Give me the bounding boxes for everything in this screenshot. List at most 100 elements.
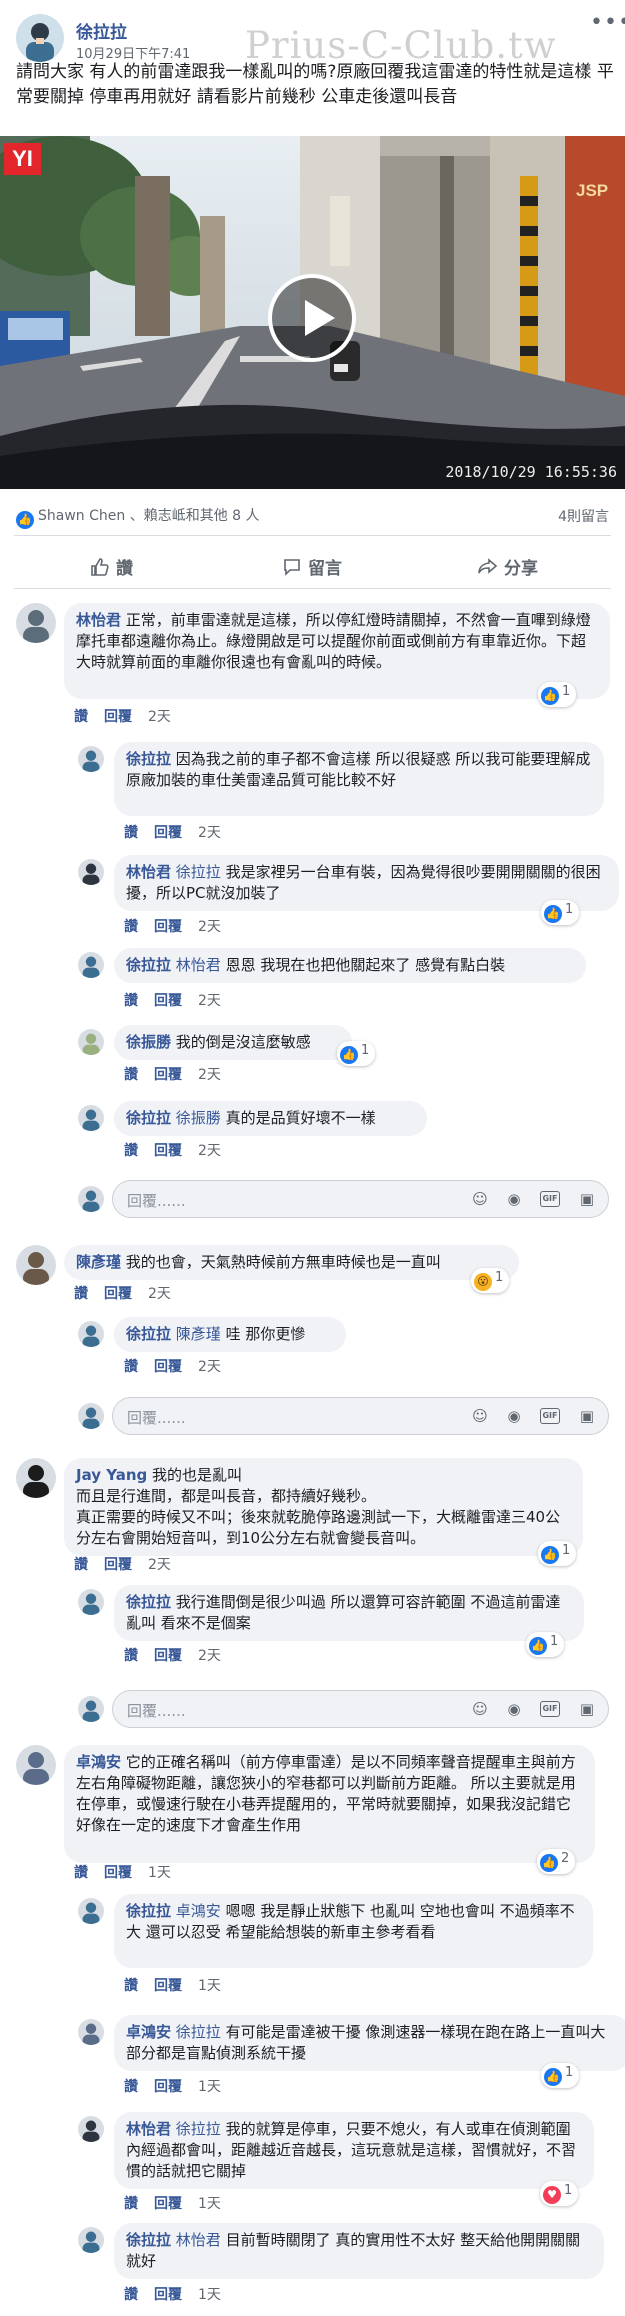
- commenter-avatar[interactable]: [78, 1029, 104, 1055]
- comment-like-link[interactable]: 讚: [74, 1557, 88, 1573]
- comment-time[interactable]: 2天: [148, 1286, 171, 1302]
- camera-icon[interactable]: ◉: [505, 1407, 523, 1425]
- comment-like-link[interactable]: 讚: [74, 709, 88, 725]
- gif-icon[interactable]: GIF: [540, 1701, 560, 1717]
- comment-time[interactable]: 2天: [148, 709, 171, 725]
- comment-author[interactable]: 林怡君: [126, 863, 171, 881]
- commenter-avatar[interactable]: [16, 1458, 56, 1498]
- comment-like-link[interactable]: 讚: [124, 2287, 138, 2303]
- post-author-avatar[interactable]: [16, 14, 64, 62]
- comment-time[interactable]: 1天: [198, 1978, 221, 1994]
- commenter-avatar[interactable]: [78, 1105, 104, 1131]
- reaction-count[interactable]: 👍 1: [541, 2063, 580, 2088]
- reaction-count[interactable]: 👍 1: [337, 1041, 376, 1066]
- comment-time[interactable]: 2天: [198, 1143, 221, 1159]
- sticker-icon[interactable]: ▣: [578, 1700, 596, 1718]
- comment-reply-link[interactable]: 回覆: [154, 1067, 182, 1083]
- commenter-avatar[interactable]: [78, 2227, 104, 2253]
- commenter-avatar[interactable]: [78, 1321, 104, 1347]
- commenter-avatar[interactable]: [16, 1245, 56, 1285]
- commenter-avatar[interactable]: [78, 952, 104, 978]
- commenter-avatar[interactable]: [78, 2019, 104, 2045]
- comment-time[interactable]: 2天: [198, 919, 221, 935]
- comment-reply-link[interactable]: 回覆: [154, 1978, 182, 1994]
- comment-reply-link[interactable]: 回覆: [154, 919, 182, 935]
- comment-mention[interactable]: 徐拉拉: [176, 2023, 221, 2041]
- comment-author[interactable]: 徐拉拉: [126, 1109, 171, 1127]
- comment-reply-link[interactable]: 回覆: [154, 1359, 182, 1375]
- camera-icon[interactable]: ◉: [505, 1700, 523, 1718]
- comment-reply-link[interactable]: 回覆: [104, 1286, 132, 1302]
- reaction-count[interactable]: 👍 1: [538, 1541, 577, 1566]
- smiley-icon[interactable]: ☺: [471, 1407, 489, 1425]
- reply-input[interactable]: 回覆...... ☺ ◉ GIF ▣: [112, 1397, 609, 1435]
- comment-author[interactable]: 徐拉拉: [126, 750, 171, 768]
- commenter-avatar[interactable]: [78, 1696, 104, 1722]
- reaction-count[interactable]: 👍 1: [538, 682, 577, 707]
- comment-author[interactable]: 卓鴻安: [126, 2023, 171, 2041]
- reaction-count[interactable]: 😮 1: [471, 1268, 510, 1293]
- smiley-icon[interactable]: ☺: [471, 1700, 489, 1718]
- comment-like-link[interactable]: 讚: [74, 1865, 88, 1881]
- comment-like-link[interactable]: 讚: [124, 1978, 138, 1994]
- comment-author[interactable]: 陳彥瑾: [76, 1253, 121, 1271]
- commenter-avatar[interactable]: [78, 859, 104, 885]
- commenter-avatar[interactable]: [16, 603, 56, 643]
- comment-author[interactable]: 徐拉拉: [126, 2231, 171, 2249]
- comment-time[interactable]: 2天: [148, 1557, 171, 1573]
- reply-input[interactable]: 回覆...... ☺ ◉ GIF ▣: [112, 1690, 609, 1728]
- video-player[interactable]: JSP YI 2018/10/29 16:55:36: [0, 136, 625, 489]
- comment-button[interactable]: 留言: [282, 554, 342, 579]
- comment-time[interactable]: 2天: [198, 1067, 221, 1083]
- reactions-summary[interactable]: 👍 Shawn Chen 、賴志岻和其他 8 人: [16, 505, 260, 529]
- comment-like-link[interactable]: 讚: [124, 1143, 138, 1159]
- comment-author[interactable]: 卓鴻安: [76, 1753, 121, 1771]
- reaction-count[interactable]: ♥ 1: [540, 2181, 579, 2206]
- sticker-icon[interactable]: ▣: [578, 1407, 596, 1425]
- comment-author[interactable]: 徐拉拉: [126, 1593, 171, 1611]
- comment-like-link[interactable]: 讚: [124, 1648, 138, 1664]
- comment-time[interactable]: 1天: [148, 1865, 171, 1881]
- comment-like-link[interactable]: 讚: [124, 2079, 138, 2095]
- reaction-count[interactable]: 👍 1: [526, 1632, 565, 1657]
- more-options-icon[interactable]: •••: [590, 10, 625, 35]
- commenter-avatar[interactable]: [78, 746, 104, 772]
- comment-reply-link[interactable]: 回覆: [154, 1143, 182, 1159]
- share-button[interactable]: 分享: [478, 554, 538, 579]
- commenter-avatar[interactable]: [78, 1898, 104, 1924]
- comment-mention[interactable]: 徐拉拉: [176, 863, 221, 881]
- comment-reply-link[interactable]: 回覆: [154, 2287, 182, 2303]
- comment-reply-link[interactable]: 回覆: [104, 1557, 132, 1573]
- comment-like-link[interactable]: 讚: [124, 993, 138, 1009]
- comment-author[interactable]: 徐拉拉: [126, 1902, 171, 1920]
- comment-like-link[interactable]: 讚: [124, 1359, 138, 1375]
- smiley-icon[interactable]: ☺: [471, 1190, 489, 1208]
- comment-mention[interactable]: 林怡君: [176, 2231, 221, 2249]
- comment-time[interactable]: 1天: [198, 2287, 221, 2303]
- commenter-avatar[interactable]: [78, 1186, 104, 1212]
- comment-mention[interactable]: 徐拉拉: [176, 2120, 221, 2138]
- comment-time[interactable]: 1天: [198, 2079, 221, 2095]
- gif-icon[interactable]: GIF: [540, 1408, 560, 1424]
- comment-reply-link[interactable]: 回覆: [154, 825, 182, 841]
- comments-count[interactable]: 4則留言: [558, 506, 609, 526]
- commenter-avatar[interactable]: [78, 1589, 104, 1615]
- reaction-count[interactable]: 👍 2: [537, 1849, 576, 1874]
- comment-like-link[interactable]: 讚: [124, 919, 138, 935]
- comment-like-link[interactable]: 讚: [124, 2196, 138, 2212]
- reply-input[interactable]: 回覆...... ☺ ◉ GIF ▣: [112, 1180, 609, 1218]
- comment-time[interactable]: 2天: [198, 1648, 221, 1664]
- gif-icon[interactable]: GIF: [540, 1191, 560, 1207]
- comment-author[interactable]: Jay Yang: [76, 1466, 147, 1484]
- comment-time[interactable]: 2天: [198, 993, 221, 1009]
- comment-mention[interactable]: 徐振勝: [176, 1109, 221, 1127]
- comment-time[interactable]: 2天: [198, 825, 221, 841]
- comment-author[interactable]: 徐拉拉: [126, 1325, 171, 1343]
- sticker-icon[interactable]: ▣: [578, 1190, 596, 1208]
- like-button[interactable]: 讚: [90, 554, 133, 579]
- comment-like-link[interactable]: 讚: [74, 1286, 88, 1302]
- comment-time[interactable]: 1天: [198, 2196, 221, 2212]
- comment-author[interactable]: 林怡君: [76, 611, 121, 629]
- commenter-avatar[interactable]: [78, 2116, 104, 2142]
- comment-time[interactable]: 2天: [198, 1359, 221, 1375]
